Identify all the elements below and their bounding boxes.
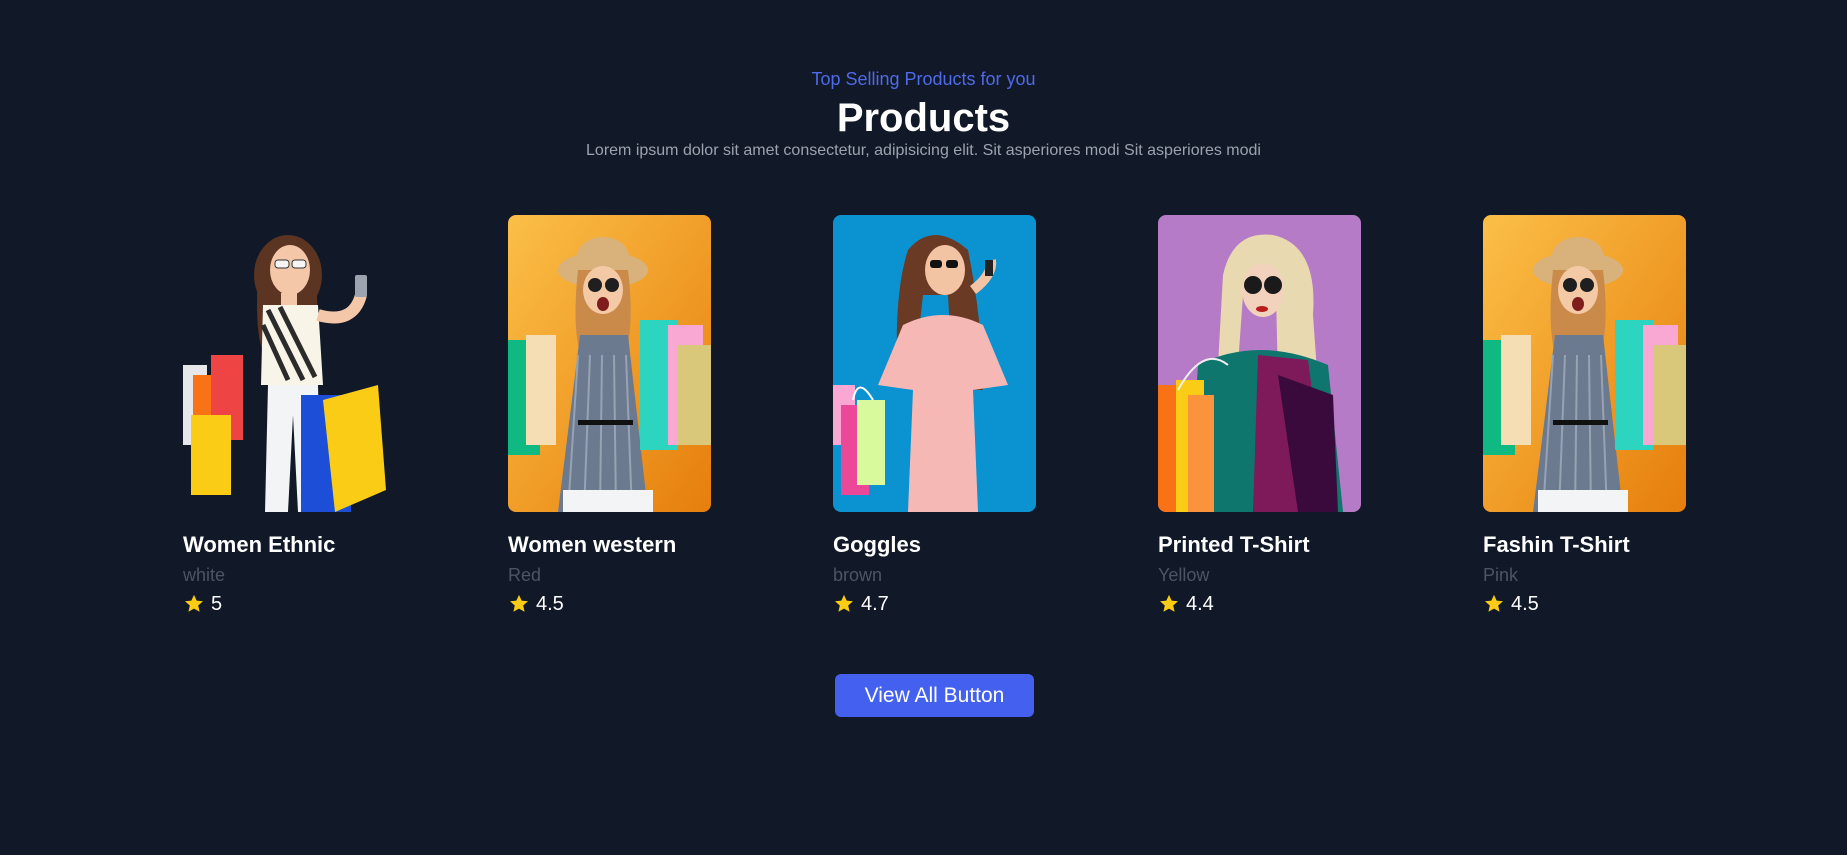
view-all-button[interactable]: View All Button xyxy=(835,674,1034,717)
product-name[interactable]: Women western xyxy=(508,532,676,558)
rating-value: 4.7 xyxy=(861,593,889,615)
product-rating: 4.5 xyxy=(1483,592,1539,616)
product-card[interactable]: Printed T-Shirt Yellow 4.4 xyxy=(1158,215,1378,615)
product-card[interactable]: Women Ethnic white 5 xyxy=(183,215,403,615)
star-icon xyxy=(1485,594,1503,612)
rating-value: 4.5 xyxy=(1511,593,1539,615)
section-title: Products xyxy=(836,96,1011,140)
product-color: white xyxy=(183,565,226,585)
product-image[interactable] xyxy=(183,215,386,512)
star-icon xyxy=(835,594,853,612)
star-icon xyxy=(510,594,528,612)
rating-value: 5 xyxy=(211,593,223,615)
section-subtitle: Lorem ipsum dolor sit amet consectetur, … xyxy=(586,142,1261,159)
product-color: brown xyxy=(833,565,883,585)
product-image[interactable] xyxy=(508,215,711,512)
rating-value: 4.4 xyxy=(1186,593,1214,615)
product-card[interactable]: Fashin T-Shirt Pink 4.5 xyxy=(1483,215,1703,615)
products-section: Top Selling Products for you Products Lo… xyxy=(0,0,1847,855)
product-image[interactable] xyxy=(1158,215,1361,512)
product-image[interactable] xyxy=(833,215,1036,512)
product-color: Pink xyxy=(1483,565,1519,585)
product-card[interactable]: Women western Red 4.5 xyxy=(508,215,728,615)
product-name[interactable]: Women Ethnic xyxy=(183,532,335,558)
product-grid: Women Ethnic white 5 Women western Red 4… xyxy=(0,215,1847,635)
product-card[interactable]: Goggles brown 4.7 xyxy=(833,215,1053,615)
product-name[interactable]: Goggles xyxy=(833,532,921,558)
product-rating: 5 xyxy=(183,592,222,616)
section-eyebrow: Top Selling Products for you xyxy=(811,69,1036,89)
star-icon xyxy=(1160,594,1178,612)
product-rating: 4.7 xyxy=(833,592,889,616)
star-icon xyxy=(185,594,203,612)
rating-value: 4.5 xyxy=(536,593,564,615)
product-color: Yellow xyxy=(1158,565,1210,585)
product-color: Red xyxy=(508,565,542,585)
product-name[interactable]: Fashin T-Shirt xyxy=(1483,532,1630,558)
product-name[interactable]: Printed T-Shirt xyxy=(1158,532,1310,558)
product-rating: 4.4 xyxy=(1158,592,1214,616)
product-rating: 4.5 xyxy=(508,592,564,616)
product-image[interactable] xyxy=(1483,215,1686,512)
